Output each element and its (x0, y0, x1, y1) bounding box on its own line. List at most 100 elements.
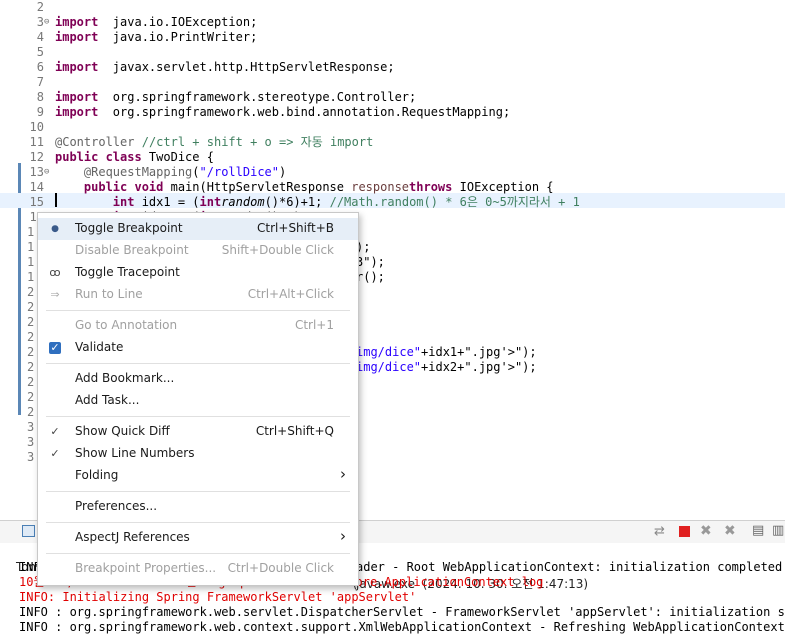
menu-item-disable-breakpoint: Disable Breakpoint Shift+Double Click (38, 240, 358, 262)
line-number: 15 (29, 195, 44, 209)
line-number: 10 (29, 120, 44, 134)
code-line[interactable]: 8 import org.springframework.stereotype.C… (0, 90, 785, 105)
code-token: org.springframework.stereotype.Controlle… (98, 90, 417, 104)
glasses-icon: ꝏ (49, 266, 61, 279)
menu-separator (46, 491, 350, 492)
code-token: java.io.PrintWriter; (98, 30, 258, 44)
code-line-fragment: img/dice"+idx2+".jpg'>"); (356, 360, 785, 375)
code-line[interactable]: 6 import javax.servlet.http.HttpServletRe… (0, 60, 785, 75)
line-number: 1 (27, 225, 35, 239)
menu-item-label: Disable Breakpoint (75, 243, 189, 257)
code-line[interactable]: 11 @Controller //ctrl + shift + o => 자동 i… (0, 135, 785, 150)
line-number: 3 (27, 435, 35, 449)
code-text: int idx1 = (intrandom()*6)+1; //Math.ran… (55, 195, 580, 210)
code-line[interactable]: 4 import java.io.PrintWriter; (0, 30, 785, 45)
menu-item-shortcut: Ctrl+1 (294, 318, 334, 332)
line-number: 1 (27, 255, 35, 269)
code-token: int (199, 195, 222, 209)
menu-item-show-line-numbers[interactable]: ✓ Show Line Numbers (38, 443, 358, 465)
code-token: @Controller (55, 135, 135, 149)
code-token: +idx2+".jpg'>"); (421, 360, 537, 374)
code-line-fragment: r(); (356, 270, 385, 284)
code-text: @RequestMapping("/rollDice") (55, 165, 286, 180)
fold-toggle-icon[interactable]: ⊖ (44, 15, 54, 30)
fold-toggle-icon[interactable]: ⊖ (44, 165, 54, 180)
line-number: 6 (36, 60, 44, 74)
code-token: random (221, 195, 265, 209)
line-number: 2 (27, 300, 35, 314)
line-number: 11 (29, 135, 44, 149)
code-token: response (351, 180, 410, 194)
line-number: 2 (27, 375, 35, 389)
code-text: public class TwoDice { (55, 150, 214, 165)
code-token: ( (192, 165, 200, 179)
code-token: import (55, 60, 99, 74)
code-line[interactable]: 7 (0, 75, 785, 90)
line-number: 1 (27, 270, 35, 284)
menu-item-label: Validate (75, 340, 124, 354)
menu-item-add-bookmark[interactable]: Add Bookmark... (38, 368, 358, 390)
code-line-fragment: img/dice"+idx1+".jpg'>"); (356, 345, 785, 360)
menu-item-folding[interactable]: Folding › (38, 465, 358, 487)
menu-item-show-quick-diff[interactable]: ✓ Show Quick Diff Ctrl+Shift+Q (38, 421, 358, 443)
code-token: int (112, 195, 135, 209)
console-view-icon[interactable] (22, 525, 35, 537)
code-line[interactable]: 2 (0, 0, 785, 15)
code-text: public void main(HttpServletResponse res… (55, 180, 554, 195)
clear-console-icon[interactable]: ▤ (752, 523, 766, 538)
scroll-lock-icon[interactable]: ▥ (772, 523, 785, 538)
menu-item-toggle-breakpoint[interactable]: ● Toggle Breakpoint Ctrl+Shift+B (38, 218, 358, 240)
code-line[interactable]: 14 public void main(HttpServletResponse … (0, 180, 785, 195)
remove-launch-icon[interactable]: ✖ (700, 523, 714, 539)
line-number: 13 (29, 165, 44, 179)
code-line[interactable]: 9 import org.springframework.web.bind.ann… (0, 105, 785, 120)
menu-item-validate[interactable]: ✓ Validate (38, 337, 358, 359)
menu-item-shortcut: Ctrl+Double Click (227, 561, 334, 575)
menu-item-label: Breakpoint Properties... (75, 561, 217, 575)
submenu-arrow-icon: › (340, 527, 346, 545)
code-token: @RequestMapping (83, 165, 193, 179)
menu-item-shortcut: Ctrl+Shift+Q (255, 424, 334, 438)
ruler-context-menu: ● Toggle Breakpoint Ctrl+Shift+B Disable Br… (37, 212, 359, 586)
menu-separator (46, 363, 350, 364)
menu-item-toggle-tracepoint[interactable]: ꝏ Toggle Tracepoint (38, 262, 358, 284)
line-number: 2 (27, 360, 35, 374)
menu-item-go-to-annotation: Go to Annotation Ctrl+1 (38, 315, 358, 337)
menu-separator (46, 553, 350, 554)
code-token: throws (409, 180, 453, 194)
string-token: img/dice" (356, 360, 422, 374)
menu-item-preferences[interactable]: Preferences... (38, 496, 358, 518)
code-token: import (55, 15, 99, 29)
menu-item-label: Run to Line (75, 287, 143, 301)
menu-item-label: Toggle Breakpoint (75, 221, 183, 235)
code-text: import java.io.IOException; (55, 15, 257, 30)
line-number: 2 (27, 330, 35, 344)
console-line: INFO: Initializing Spring FrameworkServl… (19, 590, 416, 605)
code-line[interactable]: 10 (0, 120, 785, 135)
code-line[interactable]: 3 ⊖ import java.io.IOException; (0, 15, 785, 30)
step-icon[interactable]: ⇄ (654, 524, 668, 539)
code-line[interactable]: 15 int idx1 = (intrandom()*6)+1; //Math.… (0, 195, 785, 210)
code-line[interactable]: 5 (0, 45, 785, 60)
run-arrow-icon: ⇒ (50, 288, 60, 301)
code-token: idx1 = ( (134, 195, 200, 209)
remove-all-icon[interactable]: ✖ (724, 523, 738, 539)
menu-item-aspectj-references[interactable]: AspectJ References › (38, 527, 358, 549)
menu-item-label: Show Line Numbers (75, 446, 195, 460)
line-number: 2 (27, 345, 35, 359)
menu-item-label: Show Quick Diff (75, 424, 170, 438)
code-token: javax.servlet.http.HttpServletResponse; (98, 60, 395, 74)
code-line[interactable]: 13 ⊖ @RequestMapping("/rollDice") (0, 165, 785, 180)
line-number: 8 (36, 90, 44, 104)
code-token: //Math.random() * 6은 0~5까지라서 + 1 (329, 195, 580, 209)
menu-item-add-task[interactable]: Add Task... (38, 390, 358, 412)
terminate-icon[interactable] (679, 526, 690, 537)
line-number: 9 (36, 105, 44, 119)
line-number: 3 (27, 420, 35, 434)
line-number: 3 (27, 450, 35, 464)
line-number: 2 (27, 405, 35, 419)
code-text: import org.springframework.stereotype.Co… (55, 90, 416, 105)
code-line[interactable]: 12 public class TwoDice { (0, 150, 785, 165)
